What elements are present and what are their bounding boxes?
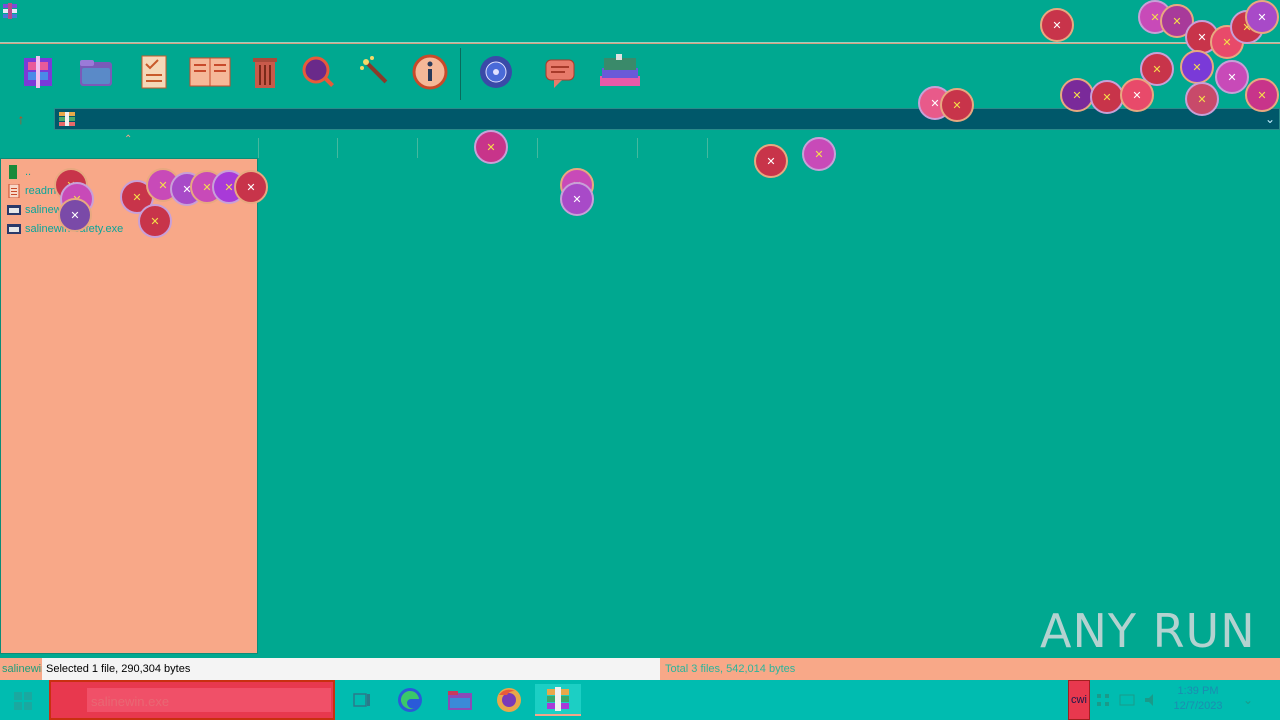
edge-icon: [398, 688, 422, 712]
taskbar-search[interactable]: salinewin.exe: [49, 680, 335, 720]
file-list-pane[interactable]: [258, 158, 1280, 654]
winrar-icon: [547, 687, 569, 711]
winrar-app-icon[interactable]: [2, 3, 18, 19]
exe-file-icon: [7, 203, 21, 217]
archive-icon: [59, 112, 75, 126]
info-icon: [412, 54, 448, 90]
book-icon: [189, 57, 231, 87]
error-icon: ✕: [1180, 50, 1214, 84]
start-button[interactable]: [12, 690, 34, 712]
error-icon: ✕: [754, 144, 788, 178]
add-archive-icon: [24, 56, 52, 88]
column-separator[interactable]: [258, 138, 259, 158]
address-field[interactable]: ⌄: [54, 108, 1280, 130]
error-icon: ✕: [474, 130, 508, 164]
firefox-icon: [497, 688, 521, 712]
shield-icon: [480, 56, 512, 88]
taskbar: salinewin.exe cwi 1:39 PM 12/7/2023 ⌄: [0, 680, 1280, 720]
status-current-file: salinewin.exe: [2, 663, 44, 675]
up-one-level-button[interactable]: ↑: [10, 109, 32, 129]
toolbar-separator: [460, 48, 461, 100]
test-button[interactable]: [132, 50, 176, 94]
trash-icon: [253, 58, 277, 88]
anyrun-watermark: ANY RUN: [1040, 604, 1256, 658]
status-bar: salinewin.exe Selected 1 file, 290,304 b…: [0, 658, 1280, 680]
error-icon: ✕: [1040, 8, 1074, 42]
error-icon: ✕: [1060, 78, 1094, 112]
folder-up-icon: [7, 165, 21, 179]
error-icon: ✕: [1090, 80, 1124, 114]
magnifier-icon: [302, 56, 334, 87]
error-icon: ✕: [58, 198, 92, 232]
chevron-down-icon: ⌄: [1242, 693, 1254, 707]
folder-tree-pane[interactable]: .. readme.txt salinewin.exe salinewin-sa…: [0, 158, 258, 654]
chevron-down-icon[interactable]: ⌄: [1265, 112, 1275, 126]
status-selected: Selected 1 file, 290,304 bytes: [42, 658, 660, 680]
clock-time: 1:39 PM: [1177, 685, 1219, 697]
search-input[interactable]: salinewin.exe: [91, 694, 169, 709]
comment-icon: [545, 59, 575, 88]
taskbar-clock[interactable]: 1:39 PM 12/7/2023: [1166, 684, 1230, 714]
edge-taskbar-app[interactable]: [390, 684, 430, 716]
sfx-button[interactable]: [598, 50, 642, 94]
tray-app-button[interactable]: cwi: [1068, 680, 1090, 720]
error-icon: ✕: [1245, 78, 1279, 112]
checklist-icon: [141, 55, 167, 89]
info-button[interactable]: [408, 50, 452, 94]
column-separator[interactable]: [637, 138, 638, 158]
title-bar: [0, 0, 1280, 43]
wizard-button[interactable]: [354, 50, 398, 94]
error-icon: ✕: [802, 137, 836, 171]
column-separator[interactable]: [417, 138, 418, 158]
add-button[interactable]: [16, 50, 60, 94]
error-icon: ✕: [138, 204, 172, 238]
folder-icon: [80, 60, 112, 86]
column-separator[interactable]: [337, 138, 338, 158]
extract-button[interactable]: [74, 50, 118, 94]
windows-icon: [14, 692, 32, 710]
left-pane-header[interactable]: ⌃: [0, 134, 259, 158]
sfx-archive-icon: [600, 54, 640, 86]
notification-chevron[interactable]: ⌄: [1238, 680, 1258, 720]
tray-app-label: cwi: [1071, 694, 1087, 706]
tray-network-icon[interactable]: [1094, 680, 1112, 720]
column-separator[interactable]: [537, 138, 538, 158]
comment-button[interactable]: [538, 50, 582, 94]
view-button[interactable]: [188, 50, 232, 94]
error-icon: ✕: [940, 88, 974, 122]
tray-volume-icon[interactable]: [1142, 680, 1160, 720]
clock-date: 12/7/2023: [1173, 700, 1223, 712]
virusscan-button[interactable]: [474, 50, 518, 94]
error-icon: ✕: [1120, 78, 1154, 112]
sort-arrow-icon: ⌃: [124, 134, 133, 145]
error-icon: ✕: [560, 182, 594, 216]
error-icon: ✕: [1215, 60, 1249, 94]
wand-icon: [360, 56, 388, 84]
file-explorer-icon: [448, 691, 472, 710]
task-view-button[interactable]: [342, 684, 382, 716]
explorer-taskbar-app[interactable]: [440, 684, 480, 716]
status-total: Total 3 files, 542,014 bytes: [665, 663, 796, 675]
winrar-taskbar-app[interactable]: [535, 684, 581, 716]
delete-button[interactable]: [243, 50, 287, 94]
text-file-icon: [7, 183, 21, 199]
tray-display-icon[interactable]: [1118, 680, 1136, 720]
address-bar: ↑ ⌄: [0, 105, 1280, 133]
column-separator[interactable]: [707, 138, 708, 158]
list-item[interactable]: ..: [7, 163, 31, 181]
error-icon: ✕: [1185, 82, 1219, 116]
arrow-up-icon: ↑: [17, 111, 25, 127]
error-icon: ✕: [234, 170, 268, 204]
firefox-taskbar-app[interactable]: [489, 684, 529, 716]
exe-file-icon: [7, 222, 21, 236]
error-icon: ✕: [1245, 0, 1279, 34]
task-view-icon: [353, 693, 370, 707]
file-name: ..: [25, 166, 32, 178]
find-button[interactable]: [296, 50, 340, 94]
